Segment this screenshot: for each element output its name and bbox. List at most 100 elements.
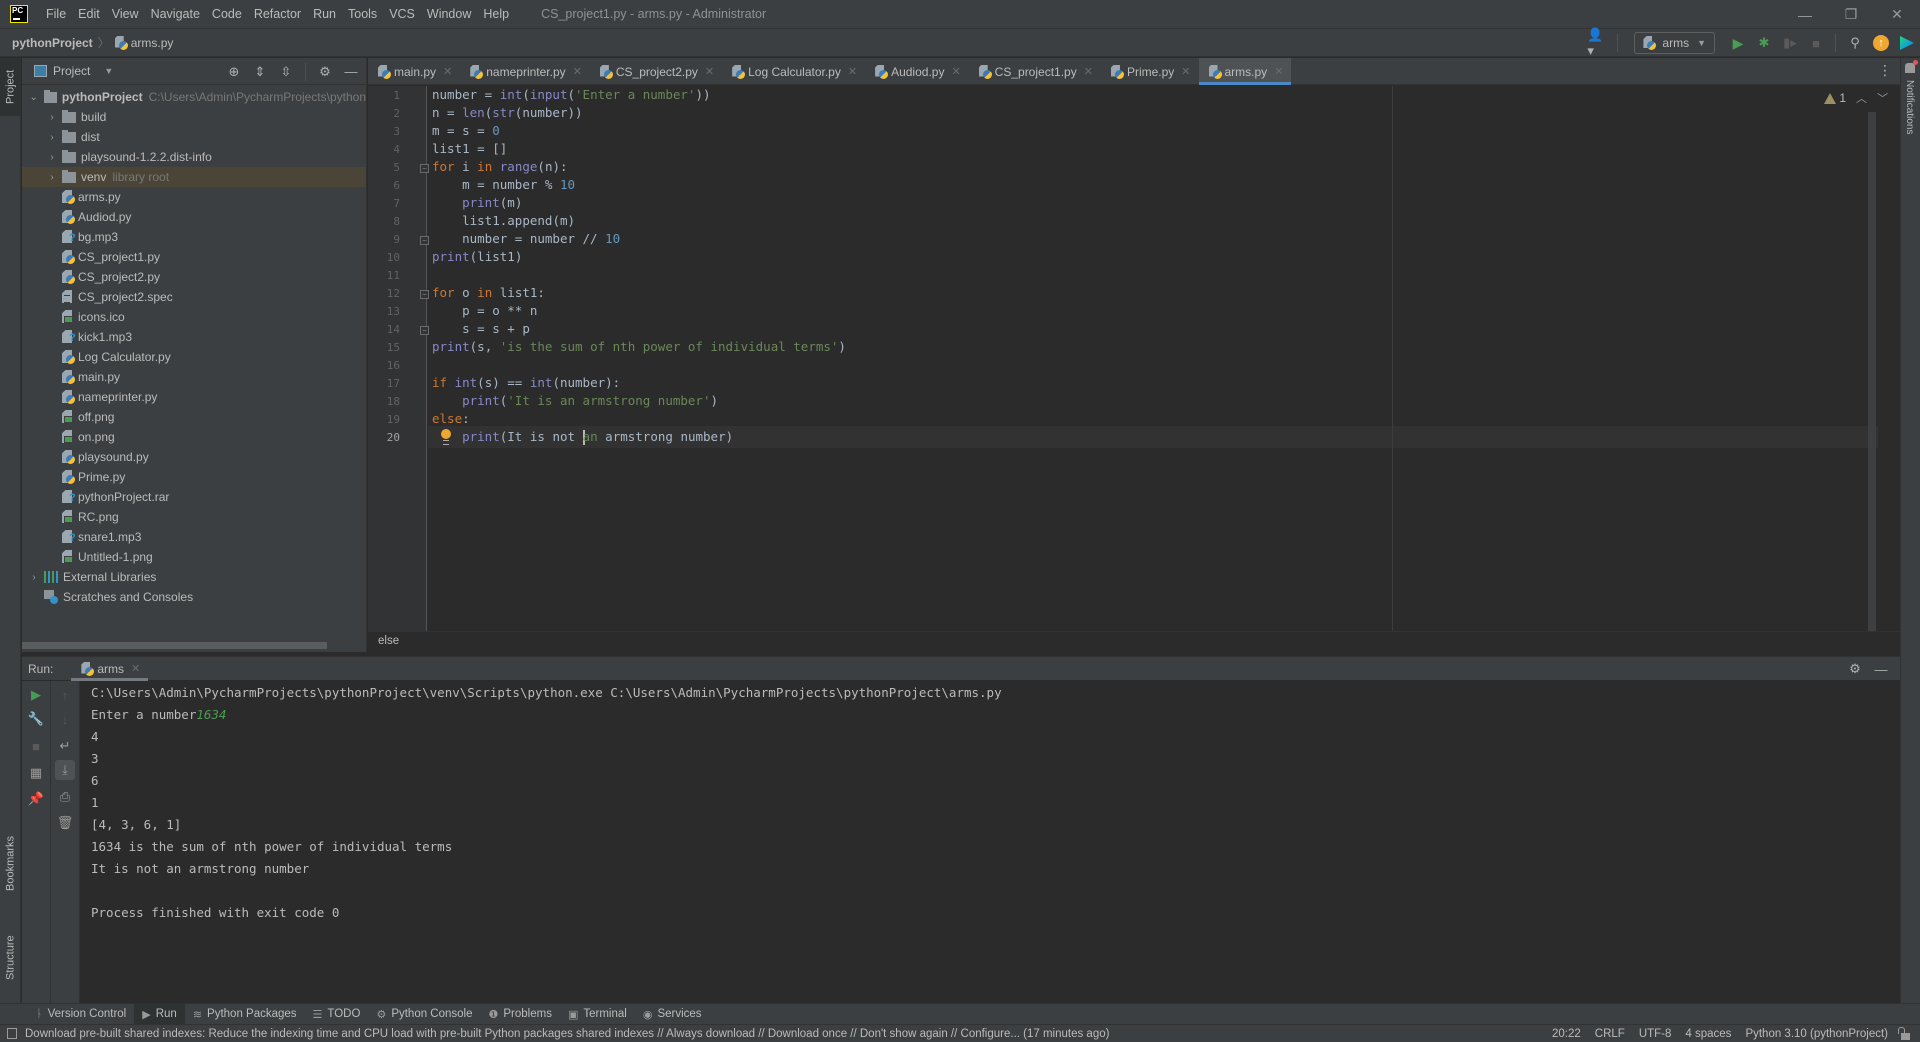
run-configuration-selector[interactable]: arms ▼ (1634, 32, 1715, 54)
hide-panel-icon[interactable]: — (1870, 658, 1892, 680)
restore-button[interactable]: ❐ (1828, 0, 1874, 29)
close-tab-icon[interactable]: ✕ (848, 65, 857, 78)
menu-tools[interactable]: Tools (342, 7, 383, 21)
close-tab-icon[interactable]: ✕ (443, 65, 452, 78)
trash-icon[interactable]: 🗑 (55, 813, 75, 833)
tool-window-python-console[interactable]: ⚙ Python Console (368, 1004, 480, 1025)
tool-window-problems[interactable]: ❶ Problems (481, 1004, 560, 1025)
gear-icon[interactable]: ⚙ (1844, 658, 1866, 680)
chevron-right-icon[interactable]: › (46, 172, 58, 183)
inspection-widget[interactable]: 1 ︿ ﹀ (1824, 90, 1888, 106)
tree-scratches[interactable]: Scratches and Consoles (22, 587, 366, 607)
locate-file-icon[interactable]: ⊕ (223, 61, 245, 83)
chevron-down-icon[interactable]: ⌄ (28, 92, 40, 103)
tree-file[interactable]: kick1.mp3 (22, 327, 366, 347)
menu-vcs[interactable]: VCS (383, 7, 421, 21)
arrow-down-icon[interactable]: ↓ (55, 709, 75, 729)
debug-icon[interactable]: ✱ (1753, 32, 1775, 54)
status-message[interactable]: Download pre-built shared indexes: Reduc… (25, 1028, 1109, 1040)
menu-view[interactable]: View (106, 7, 145, 21)
tree-file[interactable]: RC.png (22, 507, 366, 527)
chevron-down-icon[interactable]: ﹀ (1877, 90, 1888, 106)
editor-tab[interactable]: nameprinter.py ✕ (460, 58, 590, 85)
editor-tab[interactable]: main.py ✕ (368, 58, 460, 85)
tree-folder[interactable]: › venv library root (22, 167, 366, 187)
tree-file[interactable]: bg.mp3 (22, 227, 366, 247)
tree-file[interactable]: CS_project1.py (22, 247, 366, 267)
tree-file[interactable]: Untitled-1.png (22, 547, 366, 567)
horizontal-scrollbar[interactable] (22, 642, 327, 649)
collapse-all-icon[interactable]: ⇳ (275, 61, 297, 83)
tree-file[interactable]: main.py (22, 367, 366, 387)
run-console-output[interactable]: C:\Users\Admin\PycharmProjects\pythonPro… (81, 681, 1900, 1003)
code-editor[interactable]: 1 2 3 4 5 6 7 8 9 10 11 12 13 14 15 16 17 18 19 20− − − − numb… (368, 86, 1900, 632)
tree-file[interactable]: nameprinter.py (22, 387, 366, 407)
editor-tab[interactable]: Prime.py ✕ (1101, 58, 1199, 85)
wrench-icon[interactable]: 🔧 (26, 709, 46, 729)
code-breadcrumb[interactable]: else (378, 635, 399, 647)
menu-code[interactable]: Code (206, 7, 248, 21)
more-tabs-icon[interactable]: ⋮ (1878, 62, 1892, 79)
tree-file[interactable]: CS_project2.py (22, 267, 366, 287)
indent-setting[interactable]: 4 spaces (1685, 1028, 1731, 1040)
fold-marker-icon[interactable]: − (420, 236, 429, 245)
search-icon[interactable]: ⚲ (1844, 32, 1866, 54)
project-stripe-tab[interactable]: Project (0, 58, 21, 116)
fold-marker-icon[interactable]: − (420, 326, 429, 335)
editor-tab[interactable]: CS_project1.py ✕ (969, 58, 1101, 85)
hide-panel-icon[interactable]: — (340, 61, 362, 83)
close-tab-icon[interactable]: ✕ (951, 65, 960, 78)
tool-window-run[interactable]: ▶ Run (134, 1003, 185, 1025)
bookmarks-stripe-tab[interactable]: Bookmarks (0, 818, 21, 908)
code-line[interactable]: print(list1) (432, 246, 522, 268)
close-tab-icon[interactable]: ✕ (1181, 65, 1190, 78)
chevron-right-icon[interactable]: › (46, 152, 58, 163)
stop-icon[interactable]: ■ (1805, 32, 1827, 54)
editor-tab[interactable]: Audiod.py ✕ (865, 58, 969, 85)
chevron-down-icon[interactable]: ▼ (104, 66, 113, 76)
update-icon[interactable]: ↑ (1870, 32, 1892, 54)
tree-file[interactable]: pythonProject.rar (22, 487, 366, 507)
tool-window-version-control[interactable]: ᚿ Version Control (28, 1004, 134, 1025)
menu-file[interactable]: File (40, 7, 72, 21)
arrow-up-icon[interactable]: ↑ (55, 685, 75, 705)
editor-tab[interactable]: Log Calculator.py ✕ (722, 58, 865, 85)
file-encoding[interactable]: UTF-8 (1639, 1028, 1672, 1040)
close-tab-icon[interactable]: ✕ (705, 65, 714, 78)
caret-position[interactable]: 20:22 (1552, 1028, 1581, 1040)
breadcrumb-project[interactable]: pythonProject (12, 36, 93, 50)
print-icon[interactable]: ⎙ (55, 787, 75, 807)
code-line[interactable]: print(It is not an armstrong number) (432, 426, 733, 448)
tree-file[interactable]: Prime.py (22, 467, 366, 487)
intention-bulb-icon[interactable] (440, 429, 452, 445)
tree-root[interactable]: ⌄ pythonProject C:\Users\Admin\PycharmPr… (22, 87, 366, 107)
notifications-stripe-tab[interactable]: Notifications (1904, 80, 1915, 134)
chevron-up-icon[interactable]: ︿ (1856, 90, 1867, 106)
tree-file[interactable]: Audiod.py (22, 207, 366, 227)
structure-stripe-tab[interactable]: Structure (0, 918, 21, 998)
soft-wrap-icon[interactable]: ↵ (55, 736, 75, 756)
scroll-to-end-icon[interactable]: ⤓ (55, 760, 75, 780)
python-interpreter[interactable]: Python 3.10 (pythonProject) (1745, 1028, 1888, 1040)
code-line[interactable]: print(s, 'is the sum of nth power of ind… (432, 336, 846, 358)
tree-file[interactable]: CS_project2.spec (22, 287, 366, 307)
menu-edit[interactable]: Edit (72, 7, 106, 21)
chevron-right-icon[interactable]: › (28, 572, 40, 583)
tree-folder[interactable]: › dist (22, 127, 366, 147)
close-tab-icon[interactable]: ✕ (573, 65, 582, 78)
editor-vertical-scrollbar[interactable] (1868, 112, 1876, 632)
close-tab-icon[interactable]: ✕ (1084, 65, 1093, 78)
menu-window[interactable]: Window (421, 7, 477, 21)
tool-window-todo[interactable]: ☰ TODO (305, 1004, 369, 1025)
chevron-right-icon[interactable]: › (46, 112, 58, 123)
tree-folder[interactable]: › build (22, 107, 366, 127)
line-separator[interactable]: CRLF (1595, 1028, 1625, 1040)
rerun-icon[interactable]: ▶ (26, 685, 46, 705)
coverage-icon[interactable]: ▮▸ (1779, 32, 1801, 54)
layout-icon[interactable]: ▦ (26, 763, 46, 783)
close-window-button[interactable]: ✕ (1874, 0, 1920, 29)
gear-icon[interactable]: ⚙ (314, 61, 336, 83)
notifications-bell-icon[interactable] (1905, 60, 1918, 73)
tree-file[interactable]: snare1.mp3 (22, 527, 366, 547)
tool-window-python-packages[interactable]: ≋ Python Packages (185, 1004, 305, 1025)
